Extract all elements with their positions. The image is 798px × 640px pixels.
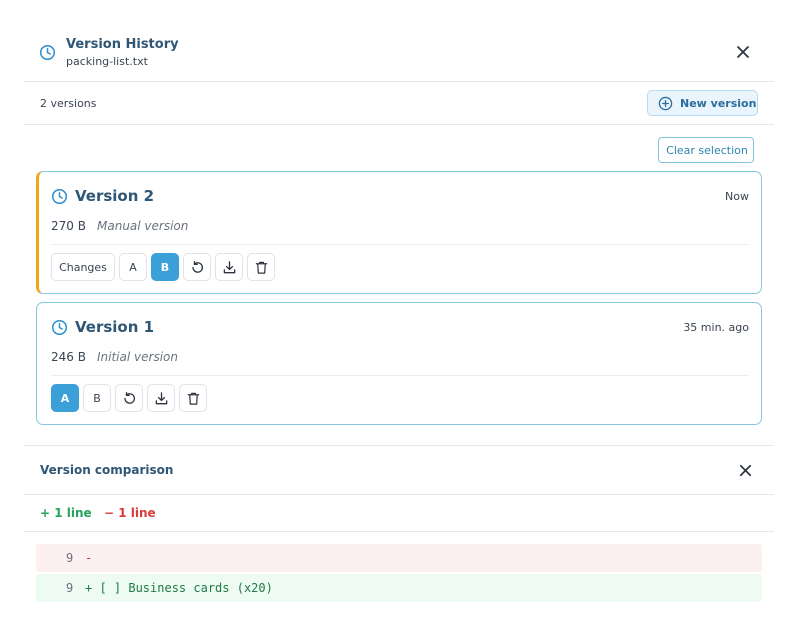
version-card-2[interactable]: Version 2 Now 270 B Manual version Chang… <box>36 171 762 294</box>
version-time: 35 min. ago <box>683 321 749 334</box>
clock-icon <box>51 319 68 336</box>
compare-b-button[interactable]: B <box>83 384 111 412</box>
version-title: Version 1 <box>75 318 155 336</box>
version-size: 270 B <box>51 219 86 233</box>
download-button[interactable] <box>147 384 175 412</box>
compare-a-button[interactable]: A <box>51 384 79 412</box>
version-note: Manual version <box>97 219 189 233</box>
panel-title: Version History <box>66 37 179 52</box>
clear-selection-button[interactable]: Clear selection <box>658 137 754 163</box>
download-button[interactable] <box>215 253 243 281</box>
file-name: packing-list.txt <box>66 55 148 68</box>
comparison-header: Version comparison <box>24 445 774 495</box>
card-divider <box>51 244 749 245</box>
diff-line-number: 9 <box>66 551 74 565</box>
diff-line-text: + [ ] Business cards (x20) <box>85 581 273 595</box>
panel-header: Version History packing-list.txt <box>24 24 774 82</box>
close-icon[interactable] <box>737 462 754 479</box>
version-time: Now <box>725 190 749 203</box>
clear-selection-label: Clear selection <box>666 144 748 157</box>
plus-circle-icon <box>658 96 673 111</box>
delete-button[interactable] <box>179 384 207 412</box>
download-icon <box>223 261 236 274</box>
versions-toolbar: 2 versions New version <box>24 82 774 125</box>
version-card-1[interactable]: Version 1 35 min. ago 246 B Initial vers… <box>36 302 762 425</box>
restore-icon <box>124 392 135 404</box>
compare-a-label: A <box>129 261 137 274</box>
restore-icon <box>192 261 203 273</box>
close-icon[interactable] <box>734 43 752 61</box>
changes-button[interactable]: Changes <box>51 253 115 281</box>
diff-line-removed: 9 - <box>36 544 762 572</box>
restore-button[interactable] <box>183 253 211 281</box>
clock-icon <box>39 44 56 61</box>
added-count: + 1 line <box>40 506 92 520</box>
card-divider <box>51 375 749 376</box>
new-version-label: New version <box>680 97 757 110</box>
trash-icon <box>187 392 200 405</box>
version-note: Initial version <box>97 350 178 364</box>
compare-b-button[interactable]: B <box>151 253 179 281</box>
version-title: Version 2 <box>75 187 155 205</box>
trash-icon <box>255 261 268 274</box>
version-size: 246 B <box>51 350 86 364</box>
restore-button[interactable] <box>115 384 143 412</box>
compare-a-button[interactable]: A <box>119 253 147 281</box>
compare-b-label: B <box>160 261 170 274</box>
comparison-title: Version comparison <box>40 463 174 477</box>
removed-count: − 1 line <box>104 506 156 520</box>
compare-a-label: A <box>60 392 70 405</box>
diff-stats: + 1 line − 1 line <box>24 495 774 532</box>
diff-line-added: 9 + [ ] Business cards (x20) <box>36 574 762 602</box>
compare-b-label: B <box>93 392 101 405</box>
new-version-button[interactable]: New version <box>647 90 758 116</box>
diff-line-text: - <box>85 551 100 565</box>
version-count: 2 versions <box>40 97 97 110</box>
download-icon <box>155 392 168 405</box>
clock-icon <box>51 188 68 205</box>
changes-label: Changes <box>59 261 107 274</box>
diff-line-number: 9 <box>66 581 74 595</box>
delete-button[interactable] <box>247 253 275 281</box>
